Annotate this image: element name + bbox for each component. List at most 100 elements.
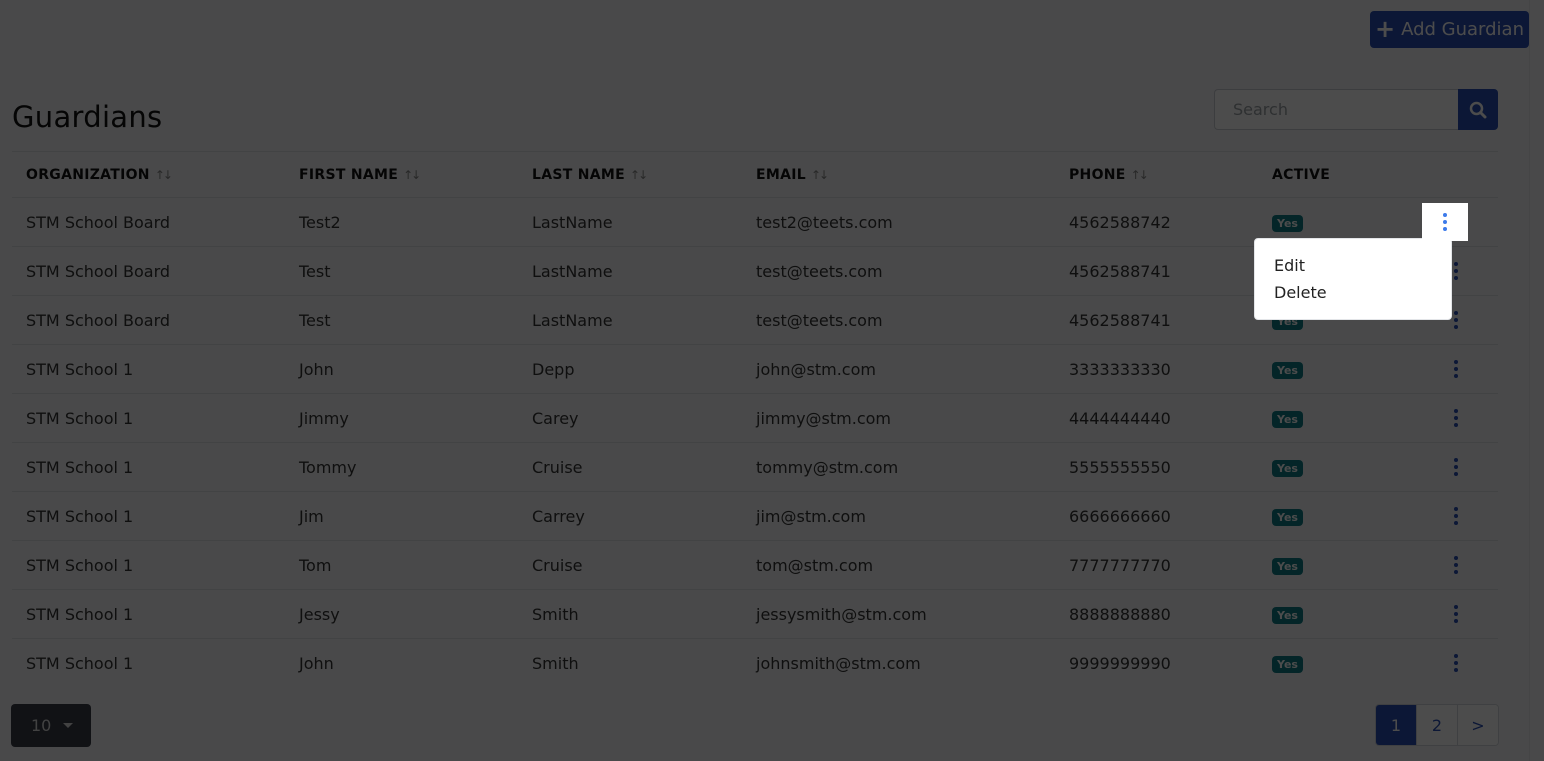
- status-badge: Yes: [1272, 509, 1303, 526]
- more-options-icon[interactable]: [1444, 455, 1468, 479]
- cell-last-name: LastName: [532, 261, 613, 281]
- cell-active: Yes: [1258, 604, 1408, 624]
- cell-last-name: Carrey: [532, 506, 585, 526]
- cell-organization: STM School 1: [26, 457, 134, 477]
- column-header-label: EMAIL: [756, 166, 806, 183]
- cell-organization: STM School Board: [26, 212, 171, 232]
- table-row: STM School 1 John Smith johnsmith@stm.com 99…: [12, 639, 1498, 687]
- cell-organization: STM School 1: [26, 604, 134, 624]
- more-options-icon[interactable]: [1444, 553, 1468, 577]
- table-row: STM School 1 Tommy Cruise tommy@stm.com 5555…: [12, 443, 1498, 492]
- more-options-icon[interactable]: [1444, 357, 1468, 381]
- next-page-button[interactable]: >: [1457, 705, 1498, 745]
- cell-first-name: Test2: [299, 212, 341, 232]
- status-badge: Yes: [1272, 362, 1303, 379]
- cell-last-name: LastName: [532, 310, 613, 330]
- status-badge: Yes: [1272, 411, 1303, 428]
- cell-last-name: Smith: [532, 604, 579, 624]
- cell-actions: [1408, 357, 1498, 381]
- column-header-phone[interactable]: PHONE ↑↓: [1055, 167, 1258, 183]
- add-guardian-button[interactable]: + Add Guardian: [1370, 11, 1529, 48]
- page-size-select[interactable]: 10: [11, 704, 91, 747]
- sort-icon[interactable]: ↑↓: [630, 168, 648, 182]
- sort-icon[interactable]: ↑↓: [155, 168, 173, 182]
- cell-first-name: Tom: [299, 555, 332, 575]
- menu-item-delete[interactable]: Delete: [1258, 276, 1357, 309]
- cell-phone: 5555555550: [1069, 457, 1171, 477]
- sort-icon[interactable]: ↑↓: [811, 168, 829, 182]
- cell-organization: STM School 1: [26, 359, 134, 379]
- cell-last-name: Cruise: [532, 555, 583, 575]
- status-badge: Yes: [1272, 607, 1303, 624]
- cell-actions: [1408, 504, 1498, 528]
- cell-email: jim@stm.com: [756, 506, 866, 526]
- more-options-icon[interactable]: [1444, 504, 1468, 528]
- cell-actions: [1408, 455, 1498, 479]
- cell-first-name: John: [299, 359, 334, 379]
- search-bar: [1214, 89, 1498, 130]
- cell-active: Yes: [1258, 457, 1408, 477]
- cell-organization: STM School 1: [26, 555, 134, 575]
- cell-email: test@teets.com: [756, 310, 883, 330]
- more-options-icon[interactable]: [1422, 203, 1468, 241]
- cell-phone: 4562588741: [1069, 261, 1171, 281]
- status-badge: Yes: [1272, 656, 1303, 673]
- cell-phone: 9999999990: [1069, 653, 1171, 673]
- table-header: ORGANIZATION ↑↓ FIRST NAME ↑↓ LAST NAME ↑↓ EMA…: [12, 152, 1498, 198]
- guardians-table: ORGANIZATION ↑↓ FIRST NAME ↑↓ LAST NAME ↑↓ EMA…: [12, 151, 1498, 687]
- cell-phone: 4444444440: [1069, 408, 1171, 428]
- column-header-label: FIRST NAME: [299, 166, 399, 183]
- cell-organization: STM School Board: [26, 261, 171, 281]
- column-header-label: ACTIVE: [1272, 166, 1331, 183]
- cell-active: Yes: [1258, 359, 1408, 379]
- cell-first-name: Jimmy: [299, 408, 349, 428]
- cell-actions: [1408, 651, 1498, 675]
- cell-phone: 8888888880: [1069, 604, 1171, 624]
- chevron-down-icon: [63, 723, 74, 728]
- column-header-first-name[interactable]: FIRST NAME ↑↓: [285, 167, 518, 183]
- column-header-label: ORGANIZATION: [26, 166, 150, 183]
- more-options-icon[interactable]: [1444, 406, 1468, 430]
- cell-organization: STM School 1: [26, 653, 134, 673]
- cell-active: Yes: [1258, 212, 1408, 232]
- cell-active: Yes: [1258, 506, 1408, 526]
- table-row: STM School 1 John Depp john@stm.com 33333333…: [12, 345, 1498, 394]
- cell-last-name: LastName: [532, 212, 613, 232]
- add-guardian-label: Add Guardian: [1401, 19, 1524, 40]
- cell-organization: STM School 1: [26, 506, 134, 526]
- cell-email: test@teets.com: [756, 261, 883, 281]
- cell-first-name: John: [299, 653, 334, 673]
- more-options-icon[interactable]: [1444, 602, 1468, 626]
- column-header-label: LAST NAME: [532, 166, 626, 183]
- status-badge: Yes: [1272, 460, 1303, 477]
- column-header-last-name[interactable]: LAST NAME ↑↓: [518, 167, 742, 183]
- search-input[interactable]: [1214, 89, 1458, 130]
- page-button[interactable]: 2: [1416, 705, 1457, 745]
- page-button[interactable]: 1: [1376, 705, 1416, 745]
- more-options-icon[interactable]: [1444, 651, 1468, 675]
- cell-active: Yes: [1258, 555, 1408, 575]
- table-row: STM School 1 Jessy Smith jessysmith@stm.com…: [12, 590, 1498, 639]
- sort-icon[interactable]: ↑↓: [403, 168, 421, 182]
- column-header-organization[interactable]: ORGANIZATION ↑↓: [12, 167, 285, 183]
- cell-actions: [1408, 602, 1498, 626]
- cell-email: test2@teets.com: [756, 212, 893, 232]
- cell-first-name: Tommy: [299, 457, 357, 477]
- cell-phone: 4562588742: [1069, 212, 1171, 232]
- cell-email: jessysmith@stm.com: [756, 604, 927, 624]
- cell-organization: STM School Board: [26, 310, 171, 330]
- cell-email: tom@stm.com: [756, 555, 874, 575]
- sort-icon[interactable]: ↑↓: [1131, 168, 1149, 182]
- cell-organization: STM School 1: [26, 408, 134, 428]
- search-button[interactable]: [1458, 89, 1498, 130]
- column-header-email[interactable]: EMAIL ↑↓: [742, 167, 1055, 183]
- cell-active: Yes: [1258, 653, 1408, 673]
- scrollbar[interactable]: [1529, 0, 1544, 761]
- cell-phone: 7777777770: [1069, 555, 1171, 575]
- table-row: STM School 1 Jimmy Carey jimmy@stm.com 44444…: [12, 394, 1498, 443]
- search-icon: [1469, 101, 1487, 118]
- cell-email: jimmy@stm.com: [756, 408, 891, 428]
- status-badge: Yes: [1272, 558, 1303, 575]
- cell-active: Yes: [1258, 408, 1408, 428]
- page-title: Guardians: [12, 100, 163, 134]
